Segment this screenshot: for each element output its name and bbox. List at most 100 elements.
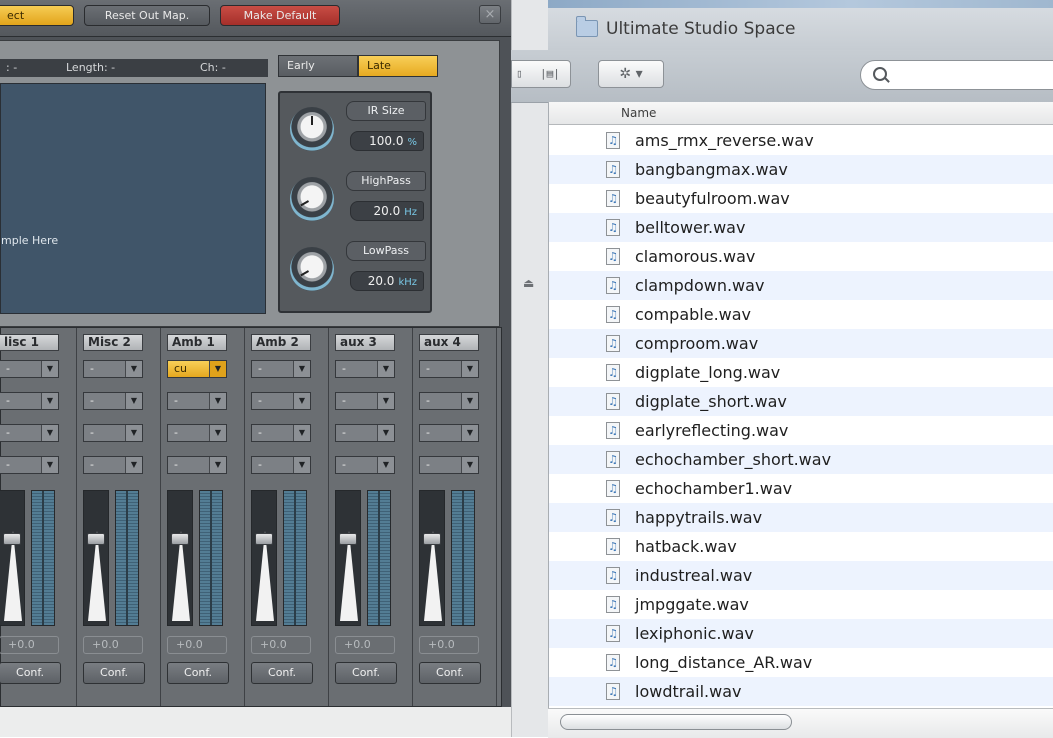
file-name: beautyfulroom.wav xyxy=(635,189,790,208)
fader-handle[interactable] xyxy=(423,533,441,545)
fader-handle[interactable] xyxy=(3,533,21,545)
file-row[interactable]: ♫ bangbangmax.wav xyxy=(549,155,1053,184)
file-row[interactable]: ♫ comproom.wav xyxy=(549,329,1053,358)
horizontal-scrollbar[interactable] xyxy=(548,708,1053,738)
file-row[interactable]: ♫ echochamber_short.wav xyxy=(549,445,1053,474)
conf-button[interactable]: Conf. xyxy=(251,662,313,684)
output-dropdown[interactable]: - ▼ xyxy=(0,424,59,442)
file-row[interactable]: ♫ digplate_short.wav xyxy=(549,387,1053,416)
output-dropdown[interactable]: - ▼ xyxy=(251,456,311,474)
mixer-strip: aux 4- ▼ - ▼ - ▼ - ▼ +0.0 Conf. xyxy=(413,328,497,706)
output-dropdown[interactable]: - ▼ xyxy=(251,424,311,442)
conf-button[interactable]: Conf. xyxy=(167,662,229,684)
scrollbar-thumb[interactable] xyxy=(560,714,792,730)
file-row[interactable]: ♫ lexiphonic.wav xyxy=(549,619,1053,648)
file-row[interactable]: ♫ belltower.wav xyxy=(549,213,1053,242)
output-dropdown[interactable]: - ▼ xyxy=(83,360,143,378)
output-dropdown[interactable]: - ▼ xyxy=(167,424,227,442)
volume-value[interactable]: +0.0 xyxy=(0,636,59,654)
output-dropdown[interactable]: - ▼ xyxy=(167,456,227,474)
lowpass-knob[interactable] xyxy=(290,247,334,291)
view-switcher[interactable]: ▯ |▤| xyxy=(511,60,571,88)
volume-value[interactable]: +0.0 xyxy=(251,636,311,654)
file-row[interactable]: ♫ clampdown.wav xyxy=(549,271,1053,300)
file-row[interactable]: ♫ hatback.wav xyxy=(549,532,1053,561)
sample-drop-area[interactable]: mple Here xyxy=(0,83,266,314)
file-row[interactable]: ♫ clamorous.wav xyxy=(549,242,1053,271)
volume-fader[interactable] xyxy=(251,490,277,626)
conf-button[interactable]: Conf. xyxy=(0,662,61,684)
tab-early[interactable]: Early xyxy=(278,55,358,77)
ir-size-knob[interactable] xyxy=(290,107,334,151)
fader-handle[interactable] xyxy=(255,533,273,545)
volume-value[interactable]: +0.0 xyxy=(167,636,227,654)
volume-value[interactable]: +0.0 xyxy=(335,636,395,654)
file-row[interactable]: ♫ echochamber1.wav xyxy=(549,474,1053,503)
output-dropdown[interactable]: - ▼ xyxy=(419,360,479,378)
output-dropdown[interactable]: - ▼ xyxy=(83,424,143,442)
highpass-knob[interactable] xyxy=(290,177,334,221)
eject-icon[interactable]: ⏏ xyxy=(523,276,534,290)
reset-out-map-button[interactable]: Reset Out Map. xyxy=(84,5,210,26)
column-view-icon[interactable]: ▯ xyxy=(516,61,523,87)
volume-fader[interactable] xyxy=(0,490,25,626)
file-row[interactable]: ♫ compable.wav xyxy=(549,300,1053,329)
search-field[interactable] xyxy=(860,60,1053,90)
output-dropdown[interactable]: - ▼ xyxy=(335,392,395,410)
output-dropdown[interactable]: - ▼ xyxy=(335,456,395,474)
output-dropdown[interactable]: - ▼ xyxy=(419,392,479,410)
output-dropdown[interactable]: - ▼ xyxy=(167,392,227,410)
file-row[interactable]: ♫ lowdtrail.wav xyxy=(549,677,1053,706)
audio-file-icon: ♫ xyxy=(606,451,620,468)
coverflow-view-icon[interactable]: |▤| xyxy=(540,61,560,87)
conf-button[interactable]: Conf. xyxy=(83,662,145,684)
output-dropdown[interactable]: - ▼ xyxy=(419,456,479,474)
column-header[interactable]: Name xyxy=(549,102,1053,125)
chevron-down-icon: ▼ xyxy=(41,393,58,409)
file-row[interactable]: ♫ beautyfulroom.wav xyxy=(549,184,1053,213)
file-row[interactable]: ♫ earlyreflecting.wav xyxy=(549,416,1053,445)
close-icon[interactable]: × xyxy=(479,5,501,24)
fader-handle[interactable] xyxy=(87,533,105,545)
output-dropdown[interactable]: - ▼ xyxy=(83,456,143,474)
file-row[interactable]: ♫ industreal.wav xyxy=(549,561,1053,590)
output-dropdown[interactable]: - ▼ xyxy=(419,424,479,442)
search-input[interactable] xyxy=(893,64,1053,86)
audio-file-icon: ♫ xyxy=(606,480,620,497)
output-dropdown[interactable]: - ▼ xyxy=(0,456,59,474)
output-dropdown[interactable]: - ▼ xyxy=(335,424,395,442)
action-menu-button[interactable]: ✲ ▾ xyxy=(598,60,664,88)
volume-fader[interactable] xyxy=(167,490,193,626)
dropdown-value: - xyxy=(6,394,10,407)
ir-size-value[interactable]: 100.0% xyxy=(350,131,424,151)
make-default-button[interactable]: Make Default xyxy=(220,5,340,26)
highpass-value[interactable]: 20.0 Hz xyxy=(350,201,424,221)
volume-fader[interactable] xyxy=(335,490,361,626)
lowpass-value[interactable]: 20.0 kHz xyxy=(350,271,424,291)
fader-handle[interactable] xyxy=(339,533,357,545)
file-row[interactable]: ♫ digplate_long.wav xyxy=(549,358,1053,387)
tab-late[interactable]: Late xyxy=(358,55,438,77)
output-dropdown[interactable]: cu ▼ xyxy=(167,360,227,378)
volume-value[interactable]: +0.0 xyxy=(419,636,479,654)
output-dropdown[interactable]: - ▼ xyxy=(335,360,395,378)
name-column-header[interactable]: Name xyxy=(621,106,656,120)
conf-button[interactable]: Conf. xyxy=(419,662,481,684)
output-dropdown[interactable]: - ▼ xyxy=(83,392,143,410)
file-row[interactable]: ♫ jmpggate.wav xyxy=(549,590,1053,619)
fader-handle[interactable] xyxy=(171,533,189,545)
output-dropdown[interactable]: - ▼ xyxy=(251,360,311,378)
output-dropdown[interactable]: - ▼ xyxy=(251,392,311,410)
file-row[interactable]: ♫ happytrails.wav xyxy=(549,503,1053,532)
select-button[interactable]: ect xyxy=(0,5,74,26)
audio-file-icon: ♫ xyxy=(606,335,620,352)
conf-button[interactable]: Conf. xyxy=(335,662,397,684)
audio-file-icon: ♫ xyxy=(606,277,620,294)
volume-fader[interactable] xyxy=(83,490,109,626)
output-dropdown[interactable]: - ▼ xyxy=(0,392,59,410)
file-row[interactable]: ♫ ams_rmx_reverse.wav xyxy=(549,126,1053,155)
volume-fader[interactable] xyxy=(419,490,445,626)
volume-value[interactable]: +0.0 xyxy=(83,636,143,654)
output-dropdown[interactable]: - ▼ xyxy=(0,360,59,378)
file-row[interactable]: ♫ long_distance_AR.wav xyxy=(549,648,1053,677)
